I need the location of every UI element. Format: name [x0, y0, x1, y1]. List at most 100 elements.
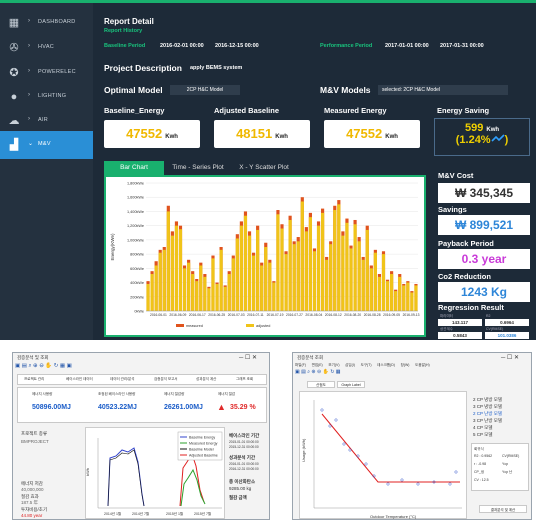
reg-value-3: 101.0386: [485, 332, 529, 339]
adjusted-bar: [321, 212, 325, 311]
adjusted-bar: [227, 274, 231, 311]
adjusted-bar: [276, 214, 280, 311]
baseline-energy-card: 47552 Kwh: [104, 120, 200, 148]
period-label-4: 2016-01-01 00:00:00: [229, 462, 259, 466]
tab-xy-scatter[interactable]: X - Y Scatter Plot: [232, 161, 296, 175]
adjusted-bar: [199, 265, 203, 311]
adjusted-bar: [170, 235, 174, 311]
menu-item[interactable]: 데스크톱(D): [377, 363, 395, 367]
menu-item[interactable]: 편집(E): [312, 363, 323, 367]
nav-button-5[interactable]: 성과분석 계산: [196, 377, 216, 382]
scatter-plot-panel: Outdoor Temperature (°C) Usage (kWh): [299, 391, 467, 519]
nav-button-4[interactable]: 검증분석 보고서: [154, 377, 178, 382]
report-history-link[interactable]: Report History: [104, 28, 142, 34]
window-controls[interactable]: ─ ☐ ✕: [239, 354, 257, 361]
sidebar-item-hvac[interactable]: ✇ › HVAC: [0, 34, 93, 62]
reg-label-1: R2: [486, 314, 491, 318]
menu-item[interactable]: 파일(F): [295, 363, 306, 367]
nav-button-6[interactable]: 그래프 조회: [236, 377, 253, 382]
adjusted-bar: [166, 211, 170, 311]
y-tick-label: 1,400kWe: [127, 210, 144, 214]
model-option-4[interactable]: 4 CP 모델: [473, 425, 492, 431]
adjusted-bar: [243, 215, 248, 311]
tab-bar-chart[interactable]: Bar Chart: [104, 161, 164, 175]
menu-item[interactable]: 보기(V): [328, 363, 339, 367]
model-option-5[interactable]: 5 CP 모델: [473, 432, 492, 438]
scatter-plot: Outdoor Temperature (°C) Usage (kWh): [301, 400, 462, 519]
window-title: 검증분석 조회: [297, 355, 324, 360]
period-label-1: 2015-01-01 00:00:00: [229, 440, 259, 444]
mv-dashboard: ▦ › DASHBOARD ✇ › HVAC ✪ › POWERELEC ● ›…: [0, 0, 536, 340]
reg-label-3: CV(RMSE): [486, 327, 504, 331]
line-chart-ylabel: kWh: [86, 468, 90, 476]
bulb-icon: ●: [10, 91, 18, 103]
x-tick-label: 2016-08-12: [325, 313, 342, 317]
baseline-period-label: Baseline Period: [104, 43, 146, 49]
chevron-right-icon: ›: [28, 43, 30, 49]
x-tick-label: 2016-07-27: [286, 313, 303, 317]
line-x-tick-1: 2014년 7월: [132, 511, 149, 516]
y-tick-label: 1,600kWe: [127, 196, 144, 200]
scatter-window: 검증분석 조회 ─ ☐ ✕ 파일(F) 편집(E) 보기(V) 삽입(I) 도구…: [292, 352, 532, 520]
adjusted-bar: [329, 244, 333, 311]
kpi-label-2: 조정된 베이스라인 사용량: [98, 392, 136, 396]
nav-button-2[interactable]: 베이스라인 데이터: [66, 377, 93, 382]
model-option-1[interactable]: 3 CP 냉방 모델: [473, 404, 502, 410]
reg-value-1: 0.6964: [485, 319, 529, 326]
tab-scatter[interactable]: 산점도: [307, 381, 335, 388]
toolbar-icons[interactable]: ▣ ▤ ⌕ ⊕ ⊖ ✋ ↻ ▦ ▣: [15, 363, 269, 371]
sidebar-item-mv[interactable]: ▟ ⌄ M&V: [0, 131, 93, 159]
unit-label: Kwh: [486, 127, 500, 133]
energy-saving-value: 599: [464, 122, 484, 134]
adjusted-bar: [406, 282, 410, 311]
nav-button-3[interactable]: 데이터 관리/분석: [110, 377, 135, 382]
param-box: 회귀식 R2 : 0.9562 CV(RMSE) r : -0.98 Ycp C…: [471, 443, 529, 491]
param-1: R2 : 0.9562: [474, 454, 493, 458]
window-controls[interactable]: ─ ☐ ✕: [501, 354, 519, 361]
mv-models-label: M&V Models: [320, 85, 371, 95]
x-tick-label: 2016-08-20: [344, 313, 361, 317]
adjusted-bar: [231, 258, 235, 311]
baseline-start: 2016-02-01 00:00: [160, 43, 204, 49]
y-tick-label: 400kWe: [130, 281, 144, 285]
line-x-tick-3: 2015년 7월: [194, 511, 211, 516]
analyze-button[interactable]: 결과분석 및 계산: [479, 505, 527, 513]
dashboard-icon: ▦: [8, 17, 20, 29]
adjusted-bar: [272, 282, 276, 311]
page-title: Report Detail: [104, 17, 154, 26]
performance-end: 2017-01-31 00:00: [440, 43, 484, 49]
legend-adjusted-label: adjusted: [256, 324, 270, 328]
sidebar-item-label: AIR: [38, 117, 49, 123]
menu-item[interactable]: 삽입(I): [345, 363, 355, 367]
period-label-6: 총 이산화탄소: [229, 479, 256, 484]
kpi-value-1: 50896.00MJ: [32, 404, 71, 411]
toolbar-icons[interactable]: ▣ ▤ ⌕ ⊕ ⊖ ✋ ↻ ▦: [295, 369, 531, 376]
power-icon: ✪: [9, 67, 19, 79]
y-tick-label: 0kWe: [134, 310, 144, 314]
model-option-2[interactable]: 2 CP 난방 모델: [473, 411, 502, 417]
adjusted-bar: [215, 283, 219, 311]
reg-value-2: 0.5843: [438, 332, 482, 339]
kpi-label-3: 에너지 절감량: [164, 392, 185, 396]
tab-graph-label[interactable]: Graph Label: [337, 381, 365, 388]
model-option-3[interactable]: 3 CP 난방 모델: [473, 418, 502, 424]
adjusted-bar: [182, 268, 187, 311]
sidebar-item-dashboard[interactable]: ▦ › DASHBOARD: [0, 9, 93, 37]
sidebar-item-label: DASHBOARD: [38, 19, 76, 25]
menu-item[interactable]: 도움말(H): [415, 363, 430, 367]
adjusted-bar: [195, 281, 199, 311]
energy-saving-card: 599 Kwh (1.24%): [434, 118, 530, 156]
nav-button-1[interactable]: 프로젝트 관리: [24, 377, 44, 382]
baseline-end: 2016-12-15 00:00: [215, 43, 259, 49]
adjusted-bar: [414, 285, 418, 311]
tab-time-series[interactable]: Time - Series Plot: [166, 161, 230, 175]
baseline-model-line: [107, 449, 145, 507]
x-tick-label: 2016-06-17: [189, 313, 206, 317]
y-tick-label: 600kWe: [130, 267, 144, 271]
mv-models-select[interactable]: selected: 2CP H&C Model: [378, 85, 508, 95]
menu-item[interactable]: 도구(T): [361, 363, 372, 367]
model-option-0[interactable]: 2 CP 냉방 모델: [473, 397, 502, 403]
menu-item[interactable]: 창(W): [401, 363, 410, 367]
adjusted-bar: [292, 244, 296, 311]
adjusted-bar: [223, 286, 227, 311]
